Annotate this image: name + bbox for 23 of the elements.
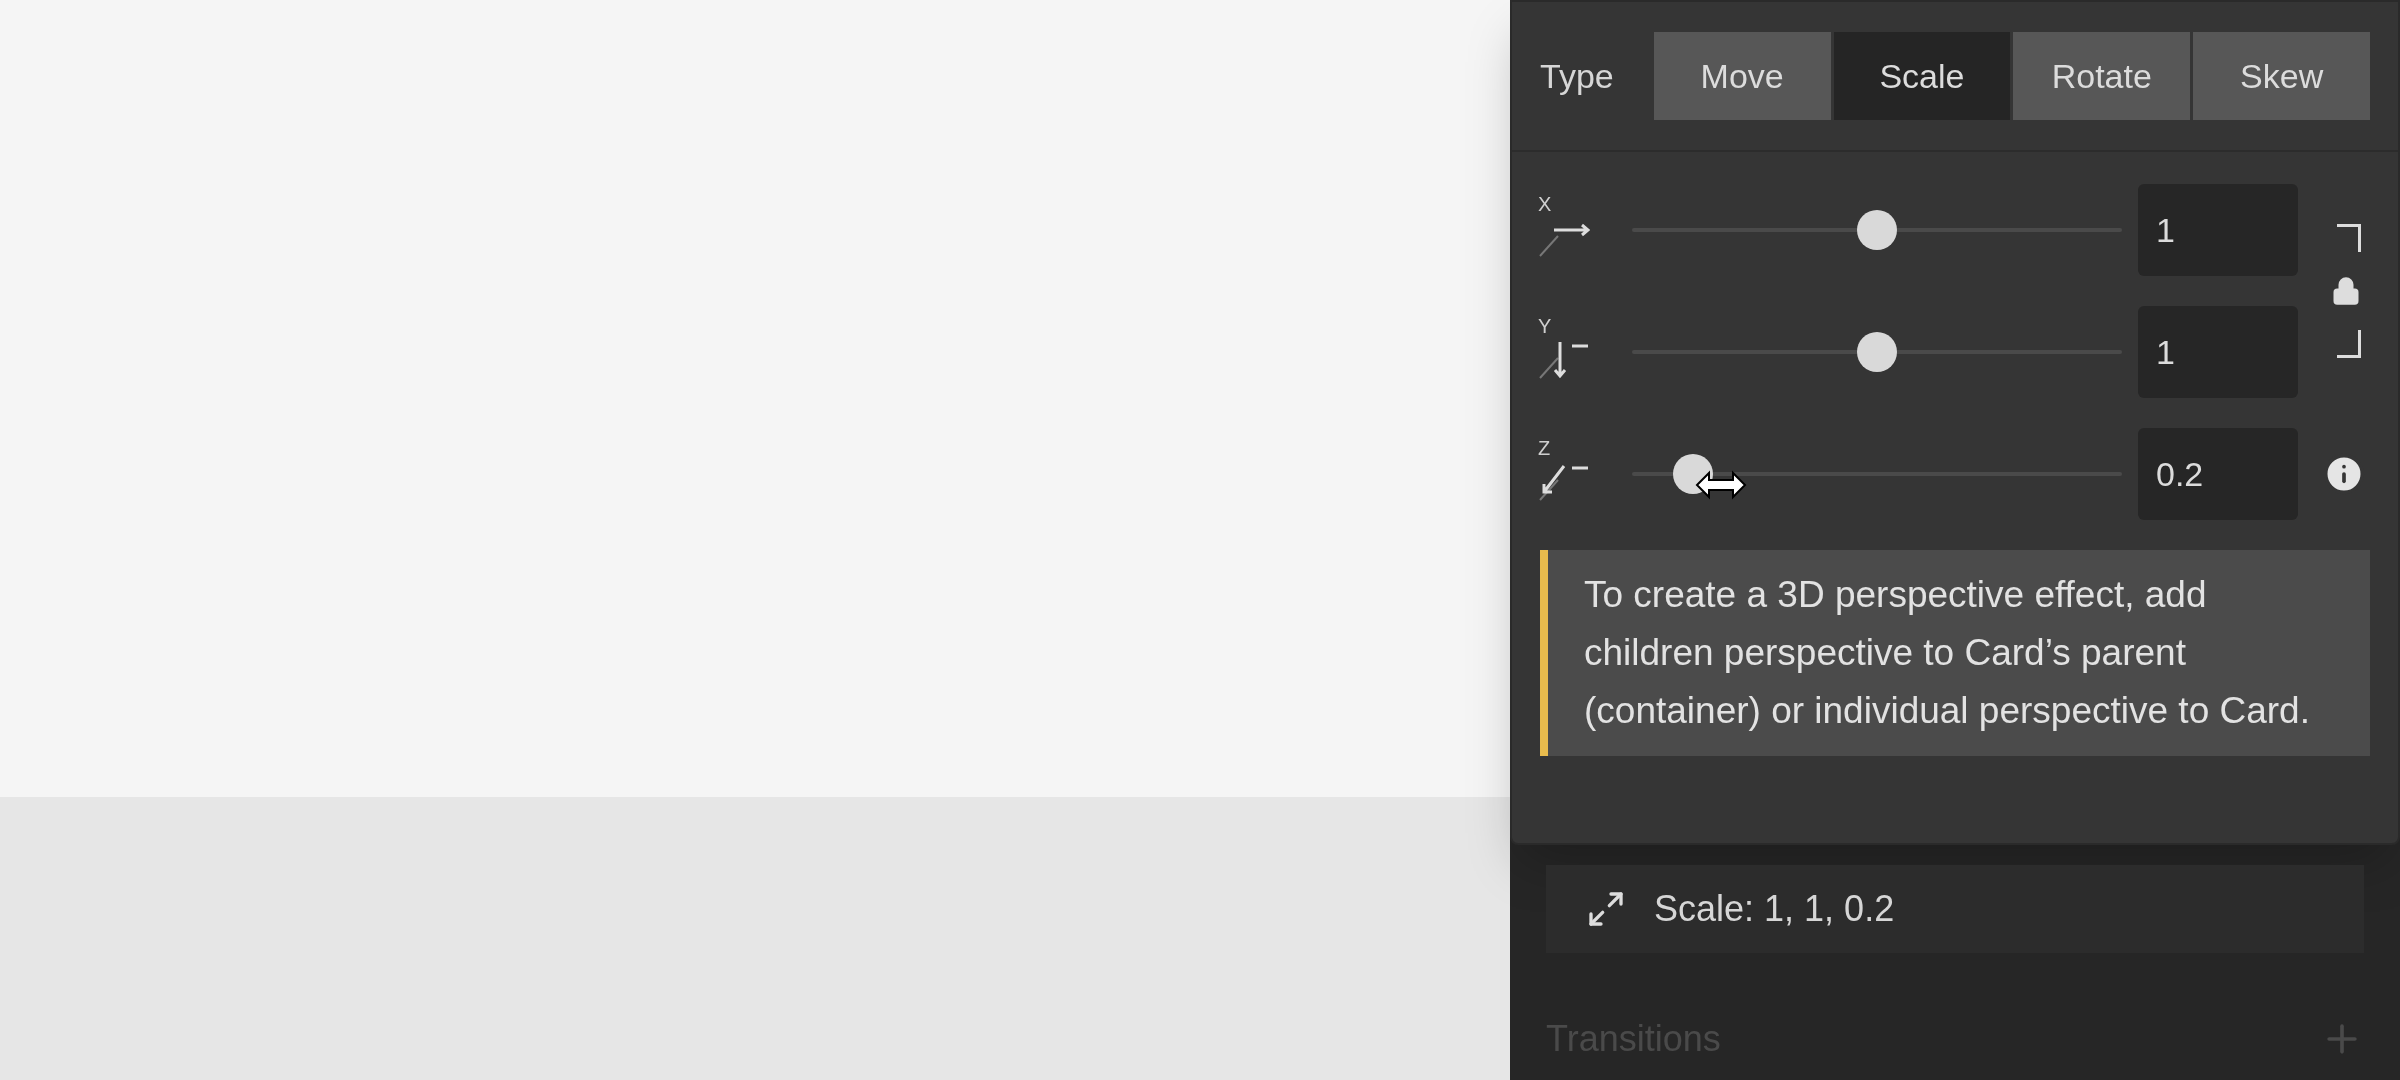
value-field[interactable]: 1 bbox=[2138, 184, 2298, 276]
type-tab[interactable]: Scale bbox=[1833, 32, 2011, 120]
axis-label: Y bbox=[1538, 316, 1552, 336]
type-tab[interactable]: Skew bbox=[2193, 32, 2371, 120]
type-tab[interactable]: Move bbox=[1653, 32, 1831, 120]
type-label: Type bbox=[1540, 55, 1614, 97]
value-field[interactable]: 1 bbox=[2138, 306, 2298, 398]
callout-text: To create a 3D perspective effect, add children perspective to Card’s parent (container) or individual perspective to Card. bbox=[1584, 573, 2310, 733]
lock-icon bbox=[2331, 276, 2361, 306]
value-field[interactable]: 0.2 bbox=[2138, 428, 2298, 520]
bracket-corner bbox=[2337, 330, 2361, 358]
axis-label: Z bbox=[1538, 438, 1551, 458]
axis-label: X bbox=[1538, 194, 1552, 214]
slider-thumb[interactable] bbox=[1857, 332, 1897, 372]
type-tab[interactable]: Rotate bbox=[2013, 32, 2191, 120]
resize-cursor-icon bbox=[1695, 468, 1748, 502]
bracket-corner bbox=[2337, 224, 2361, 252]
transform-item[interactable]: Scale: 1, 1, 0.2 bbox=[1546, 865, 2364, 953]
slider-thumb[interactable] bbox=[1857, 210, 1897, 250]
scale-icon bbox=[1586, 889, 1626, 929]
axis-icon bbox=[1538, 462, 1590, 502]
axis-icon bbox=[1538, 340, 1590, 380]
transform-label: Scale: 1, 1, 0.2 bbox=[1654, 887, 1895, 931]
